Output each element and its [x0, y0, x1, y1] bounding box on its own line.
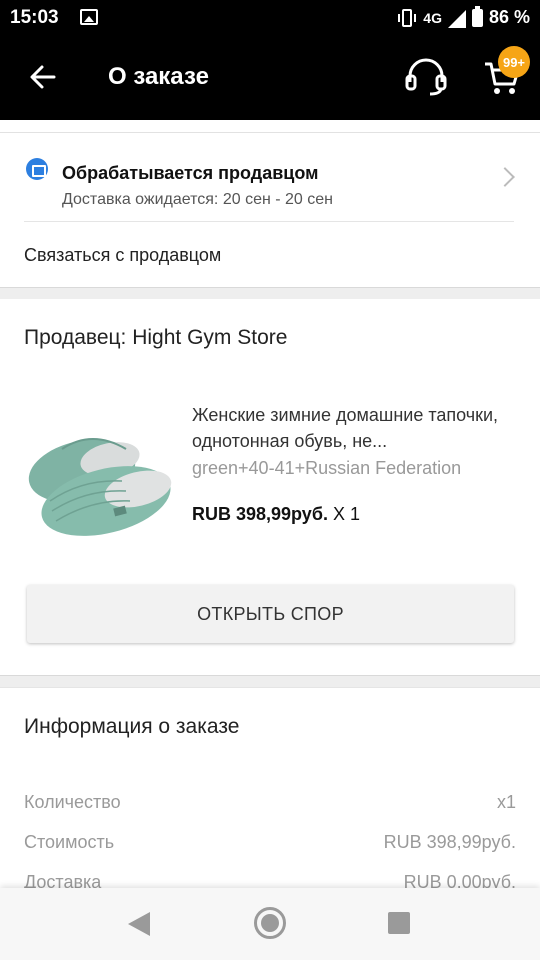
product-price: RUB 398,99руб.: [192, 504, 328, 524]
vibrate-icon: [398, 8, 417, 27]
section-gap: [0, 675, 540, 688]
info-label: Стоимость: [24, 832, 115, 852]
seller-name[interactable]: Продавец: Hight Gym Store: [24, 326, 287, 350]
order-info-title: Информация о заказе: [24, 715, 240, 738]
contact-seller-link[interactable]: Связаться с продавцом: [24, 245, 221, 266]
system-nav-bar: [0, 888, 540, 960]
divider: [0, 132, 540, 133]
status-bar: 15:03 4G 86 %: [0, 0, 540, 36]
battery-level: 86 %: [488, 7, 530, 27]
status-time: 15:03: [10, 7, 59, 28]
nav-home-icon[interactable]: [254, 907, 286, 939]
order-status-title: Обрабатывается продавцом: [62, 163, 319, 183]
cart-badge: 99+: [498, 46, 530, 78]
page-title: О заказе: [108, 63, 209, 90]
network-type: 4G: [423, 9, 442, 26]
store-icon: [26, 158, 48, 180]
nav-back-icon[interactable]: [128, 912, 150, 936]
delivery-estimate: Доставка ожидается: 20 сен - 20 сен: [62, 191, 333, 208]
signal-icon: [447, 9, 466, 28]
product-title[interactable]: Женские зимние домашние тапочки, однотон…: [192, 402, 516, 454]
product-image[interactable]: [22, 409, 178, 539]
chevron-right-icon: [495, 167, 515, 187]
order-info-section: Информация о заказе Количество x1 Стоимо…: [0, 688, 540, 892]
info-label: Количество: [24, 792, 121, 812]
battery-icon: [471, 5, 483, 27]
arrow-left-icon[interactable]: [26, 60, 60, 94]
headset-icon[interactable]: [404, 56, 448, 96]
status-icons: 4G 86 %: [397, 5, 530, 28]
info-value: x1: [496, 792, 516, 812]
divider: [24, 221, 514, 222]
order-status-section: Обрабатывается продавцом Доставка ожидае…: [0, 120, 540, 288]
nav-recents-icon[interactable]: [388, 912, 410, 934]
product-quantity: X 1: [327, 504, 360, 524]
seller-section: Продавец: Hight Gym Store Женские зимние…: [0, 299, 540, 675]
info-value: RUB 398,99руб.: [383, 832, 516, 852]
product-price-line: RUB 398,99руб. X 1: [192, 504, 360, 525]
open-dispute-button[interactable]: ОТКРЫТЬ СПОР: [27, 585, 514, 643]
app-toolbar: О заказе 99+: [0, 36, 540, 120]
order-status-row[interactable]: Обрабатывается продавцом Доставка ожидае…: [24, 150, 518, 212]
image-notification-icon: [80, 9, 98, 25]
product-variant: green+40-41+Russian Federation: [192, 458, 462, 478]
